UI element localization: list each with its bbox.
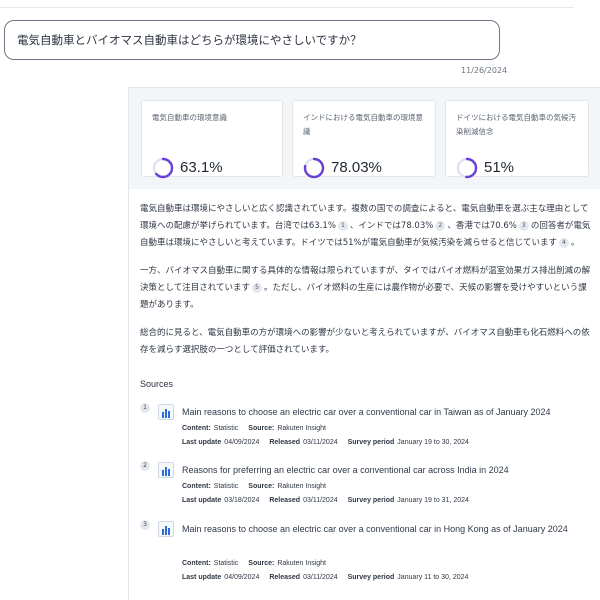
- stat-card-india[interactable]: インドにおける電気自動車の環境意識 78.03%: [292, 100, 436, 179]
- source-dates: Last update 03/18/2024 Released 03/11/2024 S…: [182, 497, 469, 504]
- meta-label: Survey period: [347, 439, 395, 446]
- citation-badge[interactable]: 4: [558, 237, 569, 248]
- progress-ring-icon: [303, 157, 325, 179]
- citation-badge[interactable]: 1: [337, 220, 348, 231]
- meta-value: 04/09/2024: [224, 439, 260, 446]
- citation-badge[interactable]: 2: [435, 220, 446, 231]
- meta-label: Source:: [248, 483, 275, 490]
- meta-value: 03/11/2024: [303, 497, 338, 504]
- source-title-link[interactable]: Reasons for preferring an electric car o…: [182, 462, 588, 479]
- progress-ring-icon: [152, 157, 174, 179]
- question-date: 11/26/2024: [461, 66, 508, 75]
- meta-label: Last update: [182, 439, 222, 446]
- meta-value: 04/09/2024: [224, 574, 260, 581]
- source-title-link[interactable]: Main reasons to choose an electric car o…: [182, 521, 588, 538]
- meta-value: Statistic: [213, 560, 239, 567]
- citation-badge[interactable]: 5: [252, 282, 262, 293]
- stat-card-taiwan[interactable]: 電気自動車の環境意識 63.1%: [141, 100, 283, 179]
- text-segment: 、インドでは78.03%: [349, 221, 434, 231]
- source-meta: Content: Statistic Source: Rakuten Insight: [182, 483, 326, 490]
- meta-value: 03/11/2024: [303, 439, 338, 446]
- source-dates: Last update 04/09/2024 Released 03/11/2024 S…: [182, 439, 469, 446]
- user-question-bubble: 電気自動車とバイオマス自動車はどちらが環境にやさしいですか？: [4, 20, 500, 60]
- meta-value: January 19 to 31, 2024: [397, 497, 469, 504]
- meta-label: Released: [269, 574, 301, 581]
- source-dates: Last update 04/09/2024 Released 03/11/2024 S…: [182, 574, 468, 581]
- progress-ring-icon: [456, 157, 478, 179]
- answer-paragraph-1: 電気自動車は環境にやさしいと広く認識されています。複数の国での調査によると、電気…: [140, 201, 592, 252]
- meta-label: Released: [269, 497, 301, 504]
- meta-value: January 19 to 30, 2024: [397, 439, 469, 446]
- source-number-badge: 3: [140, 520, 150, 530]
- meta-label: Released: [269, 439, 301, 446]
- meta-label: Survey period: [347, 497, 395, 504]
- meta-label: Source:: [248, 425, 275, 432]
- stat-value: 63.1%: [180, 159, 223, 176]
- meta-label: Content:: [182, 425, 211, 432]
- meta-value: Statistic: [213, 483, 239, 490]
- meta-value: Statistic: [213, 425, 239, 432]
- stat-title: 電気自動車の環境意識: [152, 113, 227, 122]
- stats-band: 電気自動車の環境意識 63.1% インドにおける電気自動車の環境意識 78.03…: [129, 88, 600, 189]
- stat-title: ドイツにおける電気自動車の気候汚染削減信念: [456, 113, 576, 136]
- source-title-link[interactable]: Main reasons to choose an electric car o…: [182, 404, 588, 421]
- meta-label: Content:: [182, 560, 211, 567]
- answer-paragraph-2: 一方、バイオマス自動車に関する具体的な情報は限られていますが、タイではバイオ燃料…: [140, 263, 592, 314]
- answer-paragraph-3: 総合的に見ると、電気自動車の方が環境への影響が少ないと考えられていますが、バイオ…: [140, 328, 590, 355]
- source-meta: Content: Statistic Source: Rakuten Insight: [182, 560, 326, 567]
- meta-label: Last update: [182, 497, 222, 504]
- user-question-text: 電気自動車とバイオマス自動車はどちらが環境にやさしいですか？: [17, 33, 362, 47]
- citation-badge[interactable]: 3: [518, 220, 529, 231]
- meta-value: 03/18/2024: [224, 497, 260, 504]
- meta-value: January 11 to 30, 2024: [397, 574, 469, 581]
- text-segment: 、香港では70.6%: [447, 221, 517, 231]
- meta-label: Source:: [248, 560, 275, 567]
- answer-text: 電気自動車は環境にやさしいと広く認識されています。複数の国での調査によると、電気…: [140, 201, 592, 370]
- stat-card-germany[interactable]: ドイツにおける電気自動車の気候汚染削減信念 51%: [445, 100, 589, 179]
- stat-value: 78.03%: [331, 159, 382, 176]
- source-meta: Content: Statistic Source: Rakuten Insight: [182, 425, 326, 432]
- stat-title: インドにおける電気自動車の環境意識: [303, 113, 423, 136]
- bar-chart-icon: [158, 462, 174, 478]
- bar-chart-icon: [158, 521, 174, 537]
- sources-heading: Sources: [140, 379, 174, 389]
- meta-value: Rakuten Insight: [277, 425, 327, 432]
- source-number-badge: 1: [140, 403, 150, 413]
- meta-value: 03/11/2024: [303, 574, 338, 581]
- stat-value: 51%: [484, 159, 515, 176]
- meta-label: Survey period: [347, 574, 395, 581]
- bar-chart-icon: [158, 404, 174, 420]
- meta-label: Last update: [182, 574, 222, 581]
- source-number-badge: 2: [140, 461, 150, 471]
- answer-card: 電気自動車の環境意識 63.1% インドにおける電気自動車の環境意識 78.03…: [128, 87, 600, 600]
- top-divider: [0, 7, 574, 8]
- meta-value: Rakuten Insight: [277, 483, 327, 490]
- meta-value: Rakuten Insight: [277, 560, 327, 567]
- meta-label: Content:: [182, 483, 211, 490]
- text-segment: 。: [570, 238, 580, 248]
